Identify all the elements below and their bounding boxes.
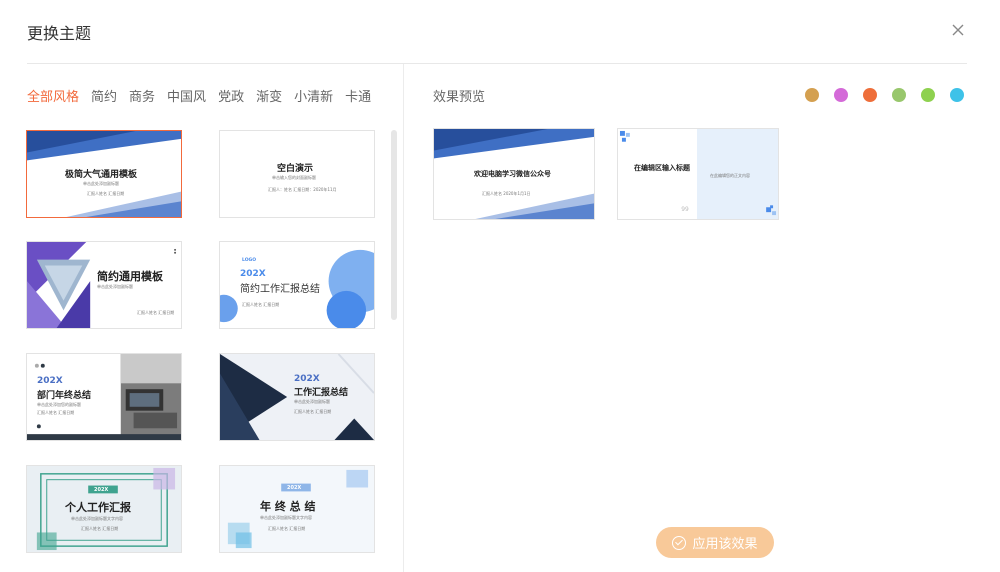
template-title: 简约通用模板 — [97, 270, 163, 283]
template-card-year-end-summary[interactable]: 202X 年 终 总 结 单击此处添加副标题文字内容 汇报人姓名 汇报日期 — [219, 465, 375, 553]
preview-thumbnail: 99 — [619, 129, 778, 219]
color-swatch[interactable] — [892, 88, 906, 102]
template-title: 极简大气通用模板 — [65, 170, 138, 180]
check-circle-icon — [672, 535, 687, 550]
color-palette — [805, 88, 964, 102]
tab-chinese-style[interactable]: 中国风 — [167, 86, 206, 105]
template-title: 个人工作汇报 — [65, 501, 131, 514]
template-logo: LOGO — [242, 258, 257, 263]
template-list-scrollbar[interactable] — [391, 130, 397, 320]
color-swatch[interactable] — [834, 88, 848, 102]
svg-text:99: 99 — [681, 207, 689, 213]
style-filter-tabs: 全部风格 简约 商务 中国风 党政 渐变 小清新 卡通 — [27, 86, 371, 105]
tab-all-styles[interactable]: 全部风格 — [27, 86, 79, 105]
template-footer: 汇报人姓名 汇报日期 — [242, 302, 280, 307]
template-subtitle: 单击输入您的封面副标题 — [272, 175, 316, 180]
template-card-minimal-atmosphere[interactable]: 极简大气通用模板 单击此处添加副标题 汇报人姓名 汇报日期 — [26, 130, 182, 218]
preview-slide-content[interactable]: 99 在编辑区输入标题 在此编辑您的正文内容 — [617, 128, 779, 220]
template-footer: 汇报人姓名 汇报日期 — [137, 310, 175, 315]
template-subtitle: 单击此处添加副标题 — [83, 181, 119, 186]
template-card-blank[interactable]: 空白演示 单击输入您的封面副标题 汇报人：姓名 汇报日期：2020年11月 — [219, 130, 375, 218]
template-title: 空白演示 — [277, 164, 314, 174]
color-swatch[interactable] — [805, 88, 819, 102]
template-card-department-year-end[interactable]: 202X 部门年终总结 单击此处添加您的副标题 汇报人姓名 汇报日期 — [26, 353, 182, 441]
template-card-simple-general[interactable]: 简约通用模板 单击此处添加副标题 汇报人姓名 汇报日期 — [26, 241, 182, 329]
template-footer: 汇报人姓名 汇报日期 — [81, 526, 119, 531]
tab-simple[interactable]: 简约 — [91, 86, 117, 105]
template-subtitle: 单击此处添加副标题文字内容 — [71, 516, 123, 521]
panel-divider — [403, 64, 404, 572]
template-title: 工作汇报总结 — [294, 388, 349, 398]
color-swatch[interactable] — [950, 88, 964, 102]
color-swatch[interactable] — [863, 88, 877, 102]
tab-party-government[interactable]: 党政 — [218, 86, 244, 105]
template-number: 202X — [94, 487, 109, 493]
template-footer: 汇报人姓名 汇报日期 — [87, 191, 125, 196]
preview-slide-footer: 汇报人姓名 2020年1月1日 — [482, 191, 531, 196]
header-divider — [27, 63, 967, 64]
template-card-personal-work-report[interactable]: 202X 个人工作汇报 单击此处添加副标题文字内容 汇报人姓名 汇报日期 — [26, 465, 182, 553]
preview-label: 效果预览 — [433, 90, 486, 105]
close-icon[interactable] — [950, 22, 966, 38]
tab-business[interactable]: 商务 — [129, 86, 155, 105]
template-number: 202X — [287, 485, 302, 491]
apply-effect-label: 应用该效果 — [692, 537, 758, 552]
template-subtitle: 单击此处添加副标题 — [97, 284, 133, 289]
preview-slide-title: 欢迎电脑学习微信公众号 — [474, 170, 551, 178]
tab-cartoon[interactable]: 卡通 — [345, 86, 371, 105]
template-subtitle: 单击此处添加副标题 — [294, 399, 330, 404]
preview-slide-subtitle: 在此编辑您的正文内容 — [710, 173, 750, 178]
template-subtitle: 单击此处添加您的副标题 — [37, 402, 81, 407]
template-footer: 汇报人：姓名 汇报日期：2020年11月 — [268, 187, 337, 192]
template-number: 202X — [37, 376, 63, 386]
template-number: 202X — [240, 269, 266, 279]
template-footer: 汇报人姓名 汇报日期 — [268, 526, 306, 531]
tab-gradient[interactable]: 渐变 — [256, 86, 282, 105]
preview-slide-cover[interactable]: 欢迎电脑学习微信公众号 汇报人姓名 2020年1月1日 — [433, 128, 595, 220]
template-title: 年 终 总 结 — [260, 500, 316, 513]
apply-effect-button[interactable]: 应用该效果 — [656, 527, 774, 558]
color-swatch[interactable] — [921, 88, 935, 102]
template-title: 部门年终总结 — [37, 391, 92, 401]
template-card-work-report-summary[interactable]: LOGO 202X 简约工作汇报总结 汇报人姓名 汇报日期 — [219, 241, 375, 329]
preview-slide-title: 在编辑区输入标题 — [634, 164, 690, 172]
dialog-title: 更换主题 — [27, 24, 92, 43]
template-footer: 汇报人姓名 汇报日期 — [294, 409, 332, 414]
template-card-work-report[interactable]: 202X 工作汇报总结 单击此处添加副标题 汇报人姓名 汇报日期 — [219, 353, 375, 441]
tab-fresh[interactable]: 小清新 — [294, 86, 333, 105]
template-number: 202X — [294, 374, 320, 384]
template-footer: 汇报人姓名 汇报日期 — [37, 410, 75, 415]
template-title: 简约工作汇报总结 — [240, 284, 320, 295]
template-subtitle: 单击此处添加副标题文字内容 — [260, 515, 312, 520]
